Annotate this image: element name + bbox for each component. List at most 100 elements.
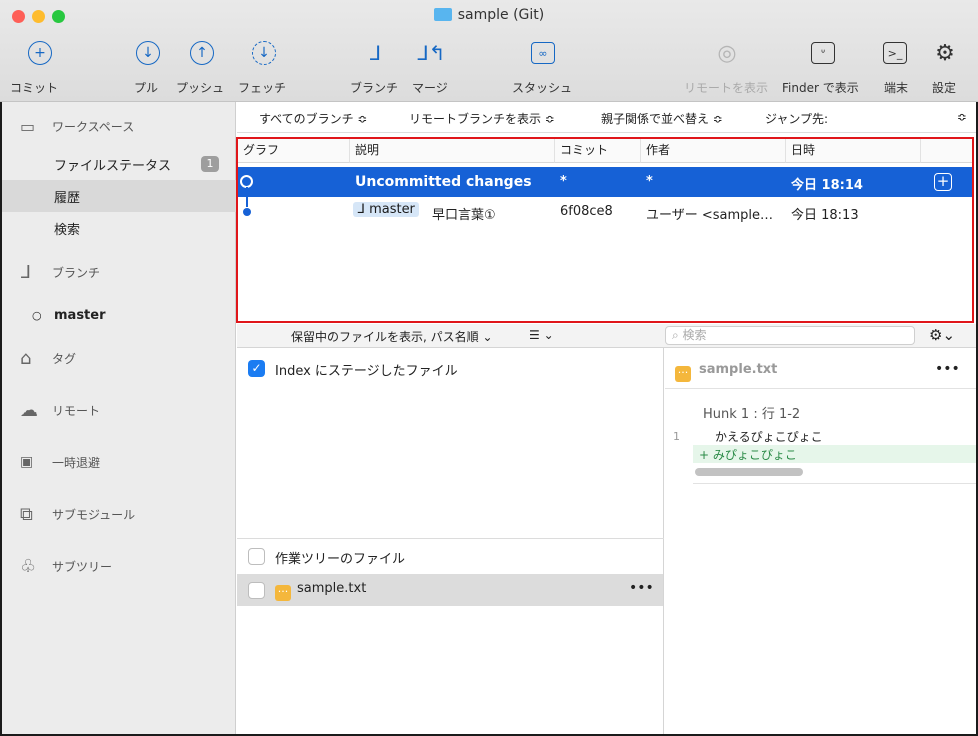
- file-checkbox[interactable]: [248, 582, 265, 599]
- diff-file-name: sample.txt: [699, 362, 778, 377]
- list-mode-dropdown[interactable]: ☰ ⌄: [529, 328, 554, 342]
- staged-files-title: Index にステージしたファイル: [275, 364, 458, 379]
- gear-icon: ⚙: [935, 40, 955, 66]
- sidebar-item-branch-master[interactable]: ○ master: [2, 299, 236, 331]
- horizontal-scrollbar[interactable]: [695, 468, 803, 476]
- globe-icon: ◎: [717, 40, 737, 66]
- sidebar-item-search[interactable]: 検索: [2, 212, 236, 244]
- file-status-icon: ···: [275, 581, 291, 601]
- stash-button[interactable]: ∞: [528, 40, 558, 66]
- history-filter-bar: すべてのブランチ ≎ リモートブランチを表示 ≎ 親子関係で並べ替え ≎ ジャン…: [237, 103, 976, 133]
- merge-label: マージ: [412, 81, 448, 95]
- cloud-icon: ☁: [20, 399, 38, 421]
- gear-icon[interactable]: ⚙⌄: [929, 326, 955, 344]
- more-options-icon[interactable]: •••: [629, 580, 654, 596]
- sidebar-section-stashes[interactable]: ▣ 一時退避: [2, 446, 236, 478]
- sidebar-item-history[interactable]: 履歴: [2, 180, 236, 212]
- subtree-icon: ♧: [20, 555, 37, 577]
- search-input[interactable]: ⌕ 検索: [665, 326, 915, 345]
- pull-button[interactable]: ↓: [133, 40, 163, 66]
- line-number: 1: [673, 430, 680, 443]
- sidebar: ▭ ワークスペース ファイルステータス 1 履歴 検索 ᒧ ブランチ ○ mas…: [2, 102, 236, 734]
- divider: [693, 483, 976, 484]
- fetch-label: フェッチ: [238, 81, 287, 95]
- pull-label: プル: [134, 81, 159, 95]
- push-label: プッシュ: [176, 81, 225, 95]
- diff-line: かえるぴょこぴょこ: [715, 430, 823, 444]
- divider: [237, 538, 664, 539]
- window-title: sample (Git): [0, 7, 978, 23]
- all-branches-dropdown[interactable]: すべてのブランチ ≎: [259, 110, 368, 127]
- diff-pane: ··· sample.txt ••• Hunk 1 : 行 1-2 1 かえるぴ…: [665, 348, 976, 734]
- working-tree-title: 作業ツリーのファイル: [275, 552, 406, 567]
- fetch-icon: ↓: [252, 41, 276, 65]
- branch-icon: ᒧ: [20, 261, 31, 283]
- branch-button[interactable]: ᒧ: [360, 40, 390, 66]
- column-description[interactable]: 説明: [350, 139, 555, 163]
- jump-to-dropdown[interactable]: ジャンプ先:: [765, 110, 828, 127]
- pending-files-dropdown[interactable]: 保留中のファイルを表示, パス名順 ⌄: [291, 328, 493, 345]
- file-list-pane: ✓ Index にステージしたファイル 作業ツリーのファイル ··· sampl…: [237, 348, 664, 734]
- working-tree-checkbox[interactable]: [248, 548, 265, 565]
- file-list-toolbar: 保留中のファイルを表示, パス名順 ⌄ ☰ ⌄ ⌕ 検索 ⚙⌄: [237, 324, 976, 348]
- remote-branches-dropdown[interactable]: リモートブランチを表示 ≎: [409, 110, 555, 127]
- search-icon: ⌕: [672, 328, 683, 342]
- add-commit-icon[interactable]: +: [934, 173, 952, 191]
- merge-icon: ᒧ↰: [416, 41, 446, 65]
- staged-checkbox[interactable]: ✓: [248, 360, 265, 377]
- column-author[interactable]: 作者: [641, 139, 786, 163]
- push-button[interactable]: ↑: [187, 40, 217, 66]
- file-status-icon: ···: [675, 362, 691, 382]
- file-status-badge: 1: [201, 156, 219, 172]
- jump-to-chevron-icon[interactable]: ≎: [957, 110, 967, 124]
- table-row[interactable]: Uncommitted changes * * 今日 18:14 +: [238, 167, 972, 197]
- sidebar-section-branches[interactable]: ᒧ ブランチ: [2, 256, 236, 288]
- submodule-icon: ⧉: [20, 503, 33, 525]
- diff-more-icon[interactable]: •••: [935, 361, 960, 377]
- sidebar-section-remotes[interactable]: ☁ リモート: [2, 394, 236, 426]
- folder-icon: [433, 8, 452, 21]
- divider: [665, 388, 976, 389]
- sidebar-section-workspace[interactable]: ▭ ワークスペース: [2, 110, 236, 142]
- file-name: sample.txt: [297, 581, 367, 596]
- terminal-button[interactable]: >_: [880, 40, 910, 66]
- column-date[interactable]: 日時: [786, 139, 921, 163]
- terminal-label: 端末: [884, 81, 909, 95]
- sidebar-item-file-status[interactable]: ファイルステータス 1: [2, 148, 236, 180]
- stash-icon: ▣: [20, 454, 34, 470]
- added-line: + みぴょこぴょこ: [693, 445, 976, 463]
- graph-node-icon: [243, 208, 251, 216]
- branch-icon: ᒧ: [368, 41, 382, 65]
- branch-label: ブランチ: [350, 81, 399, 95]
- commit-button[interactable]: +: [25, 40, 55, 66]
- column-extra: [921, 139, 972, 163]
- plus-icon: +: [28, 41, 52, 65]
- table-row[interactable]: ᒧ master 早口言葉① 6f08ce8 ユーザー <sample… 今日 …: [238, 197, 972, 227]
- current-branch-icon: ○: [32, 308, 42, 322]
- merge-button[interactable]: ᒧ↰: [416, 40, 446, 66]
- show-in-finder-label: Finder で表示: [782, 81, 859, 95]
- show-remote-button[interactable]: ◎: [712, 40, 742, 66]
- finder-icon: ᐡ: [811, 42, 835, 64]
- sidebar-section-submodules[interactable]: ⧉ サブモジュール: [2, 498, 236, 530]
- column-commit[interactable]: コミット: [555, 139, 641, 163]
- show-remote-label: リモートを表示: [684, 81, 769, 95]
- show-in-finder-button[interactable]: ᐡ: [808, 40, 838, 66]
- commit-label: コミット: [10, 81, 59, 95]
- monitor-icon: ▭: [20, 116, 36, 136]
- hunk-header: Hunk 1 : 行 1-2: [703, 407, 801, 422]
- settings-label: 設定: [932, 81, 957, 95]
- settings-button[interactable]: ⚙: [930, 40, 960, 66]
- file-row[interactable]: ··· sample.txt •••: [237, 574, 663, 606]
- window-toolbar: sample (Git) + ↓ ↑ ↓ ᒧ ᒧ↰ ∞ ◎ ᐡ >_ ⚙ コミッ…: [0, 0, 978, 102]
- branch-icon: ᒧ: [357, 202, 370, 217]
- stash-label: スタッシュ: [512, 81, 573, 95]
- sidebar-section-tags[interactable]: ⌂ タグ: [2, 342, 236, 374]
- arrow-up-icon: ↑: [190, 41, 214, 65]
- sidebar-section-subtrees[interactable]: ♧ サブツリー: [2, 550, 236, 582]
- column-graph[interactable]: グラフ: [238, 139, 350, 163]
- fetch-button[interactable]: ↓: [249, 40, 279, 66]
- terminal-icon: >_: [883, 42, 907, 64]
- branch-tag: ᒧ master: [353, 202, 419, 217]
- sort-order-dropdown[interactable]: 親子関係で並べ替え ≎: [601, 110, 723, 127]
